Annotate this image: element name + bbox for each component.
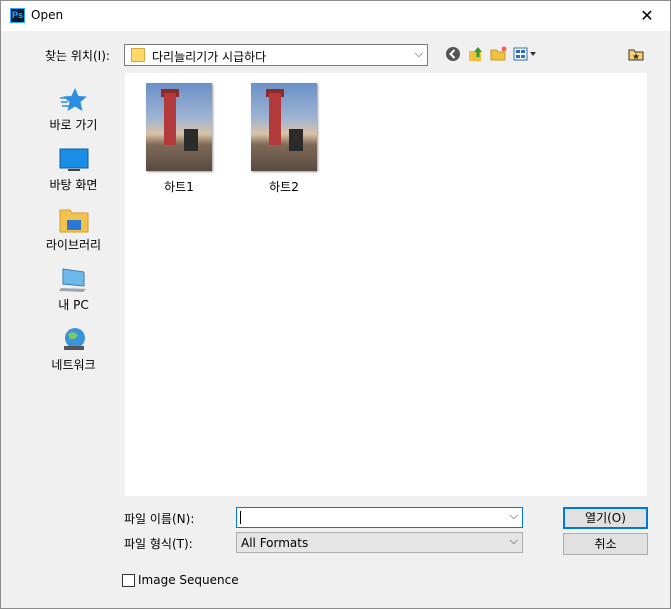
image-sequence-checkbox[interactable] — [122, 574, 135, 587]
people-silhouette — [184, 129, 198, 151]
folder-icon — [131, 48, 145, 62]
file-thumbnail[interactable] — [249, 81, 319, 173]
computer-icon — [58, 266, 90, 294]
place-quick-access[interactable]: 바로 가기 — [30, 78, 117, 134]
library-folder-icon — [58, 206, 90, 234]
filename-input[interactable]: ⌵ — [236, 507, 523, 528]
lighthouse — [269, 93, 281, 145]
star-icon — [58, 86, 90, 114]
back-icon[interactable] — [444, 46, 462, 64]
chevron-down-icon: ⌵ — [414, 47, 423, 60]
file-name[interactable]: 하트1 — [129, 178, 229, 195]
image-sequence-label[interactable]: Image Sequence — [138, 573, 239, 587]
close-button[interactable]: ✕ — [624, 1, 670, 31]
place-libraries[interactable]: 라이브러리 — [30, 198, 117, 254]
network-globe-icon — [58, 326, 90, 354]
new-folder-icon[interactable] — [490, 46, 508, 64]
open-dialog: Ps Open ✕ 찾는 위치(I): 다리늘리기가 시급하다 ⌵ 바로 가기 — [0, 0, 671, 609]
file-name[interactable]: 하트2 — [234, 178, 334, 195]
chevron-down-icon[interactable]: ⌵ — [510, 509, 518, 523]
place-this-pc[interactable]: 내 PC — [30, 258, 117, 314]
chevron-down-icon: ⌵ — [509, 534, 518, 547]
file-list[interactable]: 하트1 하트2 — [124, 72, 648, 497]
place-label: 내 PC — [58, 298, 89, 312]
place-label: 라이브러리 — [45, 238, 102, 252]
view-menu-icon[interactable] — [513, 46, 539, 64]
up-folder-icon[interactable] — [467, 46, 485, 64]
text-caret — [240, 511, 241, 524]
open-button[interactable]: 열기(O) — [563, 507, 648, 529]
place-desktop[interactable]: 바탕 화면 — [30, 138, 117, 194]
lighthouse — [164, 93, 176, 145]
thumbnail-image — [146, 83, 212, 171]
place-label: 바탕 화면 — [49, 178, 98, 192]
title-bar: Ps Open ✕ — [1, 1, 670, 31]
dialog-title: Open — [31, 8, 64, 22]
thumbnail-image — [251, 83, 317, 171]
photoshop-icon: Ps — [10, 8, 25, 23]
place-label: 바로 가기 — [49, 118, 98, 132]
place-label: 네트워크 — [51, 358, 96, 372]
people-silhouette — [289, 129, 303, 151]
places-bar: 바로 가기 바탕 화면 라이브러리 내 PC 네트워크 — [30, 72, 117, 556]
filetype-value: All Formats — [241, 536, 309, 550]
file-thumbnail[interactable] — [144, 81, 214, 173]
filetype-dropdown[interactable]: All Formats ⌵ — [236, 532, 523, 553]
look-in-label: 찾는 위치(I): — [45, 49, 110, 63]
look-in-value: 다리늘리기가 시급하다 — [152, 50, 267, 64]
place-network[interactable]: 네트워크 — [30, 318, 117, 374]
filetype-label: 파일 형식(T): — [124, 537, 193, 551]
desktop-icon — [58, 146, 90, 174]
filename-label: 파일 이름(N): — [124, 512, 195, 526]
cancel-button[interactable]: 취소 — [563, 533, 648, 555]
favorites-folder-icon[interactable] — [627, 46, 645, 64]
look-in-dropdown[interactable]: 다리늘리기가 시급하다 ⌵ — [124, 44, 428, 66]
